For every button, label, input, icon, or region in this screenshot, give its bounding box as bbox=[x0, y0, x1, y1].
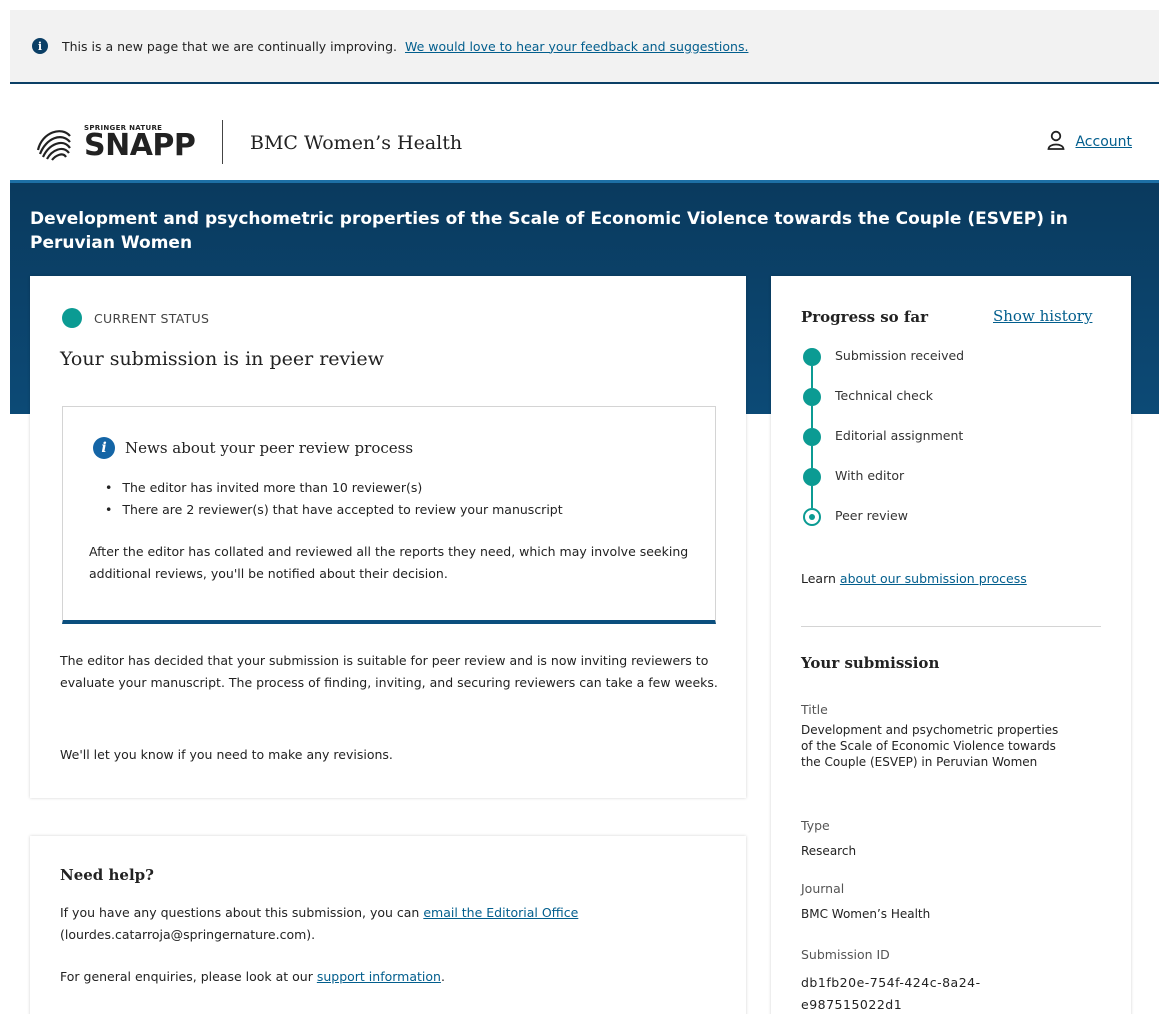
help-card: Need help? If you have any questions abo… bbox=[30, 836, 746, 1014]
status-label-text: CURRENT STATUS bbox=[94, 310, 210, 326]
snapp-logo[interactable]: SPRINGER NATURE SNAPP bbox=[32, 120, 196, 164]
step-current-icon bbox=[803, 508, 821, 526]
title-label: Title bbox=[801, 702, 828, 717]
journal-value: BMC Women’s Health bbox=[801, 907, 931, 921]
progress-step-current: Peer review bbox=[803, 508, 964, 548]
manuscript-title: Development and psychometric properties … bbox=[30, 209, 1068, 253]
progress-steps: Submission received Technical check Edit… bbox=[803, 348, 964, 548]
news-text: After the editor has collated and review… bbox=[89, 544, 689, 581]
news-item: The editor has invited more than 10 revi… bbox=[121, 477, 563, 499]
site-header: SPRINGER NATURE SNAPP BMC Women’s Health… bbox=[10, 84, 1159, 180]
news-list: The editor has invited more than 10 revi… bbox=[121, 477, 563, 521]
help-heading: Need help? bbox=[60, 866, 154, 884]
help-support-text: For general enquiries, please look at ou… bbox=[60, 969, 445, 984]
step-complete-icon bbox=[803, 428, 821, 446]
status-heading: Your submission is in peer review bbox=[60, 348, 384, 370]
sidebar-divider bbox=[801, 626, 1101, 627]
progress-step: Technical check bbox=[803, 388, 964, 428]
your-submission-heading: Your submission bbox=[801, 654, 940, 672]
show-history-link[interactable]: Show history bbox=[993, 307, 1092, 325]
email-editorial-office-link[interactable]: email the Editorial Office bbox=[423, 905, 578, 920]
progress-sidebar: Progress so far Show history Submission … bbox=[771, 276, 1131, 1014]
learn-more: Learn about our submission process bbox=[801, 571, 1027, 586]
logo-product: SNAPP bbox=[84, 128, 196, 163]
banner-text: This is a new page that we are continual… bbox=[62, 38, 397, 54]
header-divider bbox=[222, 120, 223, 164]
progress-step: Submission received bbox=[803, 348, 964, 388]
support-information-link[interactable]: support information bbox=[317, 969, 441, 984]
news-item: There are 2 reviewer(s) that have accept… bbox=[121, 499, 562, 521]
title-value: Development and psychometric properties … bbox=[801, 723, 1059, 769]
journal-name: BMC Women’s Health bbox=[250, 132, 463, 154]
news-heading: News about your peer review process bbox=[125, 439, 414, 457]
progress-step: Editorial assignment bbox=[803, 428, 964, 468]
account-link[interactable]: Account bbox=[1075, 134, 1132, 150]
current-status-label: CURRENT STATUS bbox=[62, 308, 209, 328]
step-complete-icon bbox=[803, 348, 821, 366]
submission-process-link[interactable]: about our submission process bbox=[840, 571, 1027, 586]
journal-label: Journal bbox=[801, 881, 845, 896]
current-status-card: CURRENT STATUS Your submission is in pee… bbox=[30, 276, 746, 798]
status-description: The editor has decided that your submiss… bbox=[60, 653, 718, 690]
info-icon: i bbox=[32, 38, 48, 54]
info-icon: i bbox=[93, 437, 115, 459]
progress-step: With editor bbox=[803, 468, 964, 508]
feedback-link[interactable]: We would love to hear your feedback and … bbox=[405, 39, 748, 54]
springer-nature-logo-icon bbox=[32, 120, 76, 164]
progress-heading: Progress so far bbox=[801, 308, 928, 326]
submission-id-label: Submission ID bbox=[801, 947, 890, 962]
user-icon bbox=[1047, 130, 1065, 154]
status-dot-icon bbox=[62, 308, 82, 328]
feedback-banner: i This is a new page that we are continu… bbox=[10, 10, 1159, 82]
peer-review-news-box: i News about your peer review process Th… bbox=[62, 406, 716, 624]
type-label: Type bbox=[801, 818, 830, 833]
step-complete-icon bbox=[803, 388, 821, 406]
type-value: Research bbox=[801, 844, 857, 858]
help-contact-text: If you have any questions about this sub… bbox=[60, 905, 579, 942]
submission-id-value: db1fb20e-754f-424c-8a24-e987515022d1 bbox=[801, 975, 981, 1012]
revisions-note: We'll let you know if you need to make a… bbox=[60, 747, 393, 762]
account-menu[interactable]: Account bbox=[1047, 130, 1132, 154]
step-complete-icon bbox=[803, 468, 821, 486]
